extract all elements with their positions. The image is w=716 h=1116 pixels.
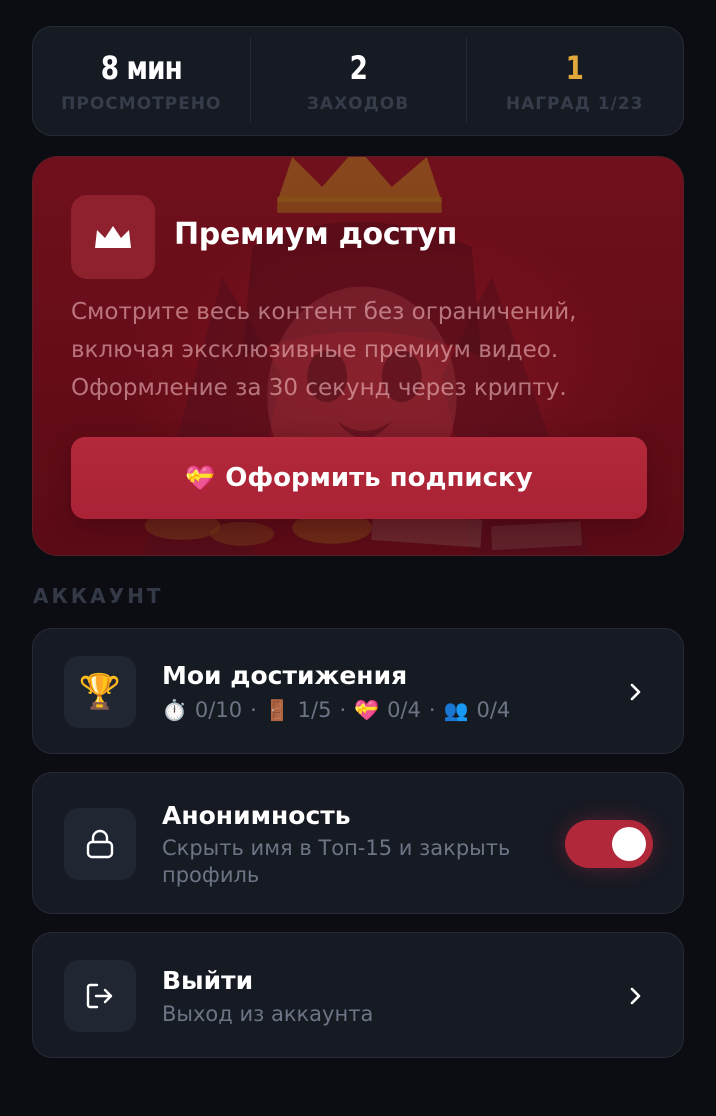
stat-value: 2 xyxy=(349,49,367,87)
stat-value: 8 мин xyxy=(100,49,183,87)
stats-panel: 8 мин ПРОСМОТРЕНО 2 ЗАХОДОВ 1 НАГРАД 1/2… xyxy=(32,26,684,136)
achievements-icon-box: 🏆 xyxy=(64,656,136,728)
stopwatch-icon: ⏱️ xyxy=(162,698,187,722)
achievements-title: Мои достижения xyxy=(162,661,408,690)
logout-icon-box xyxy=(64,960,136,1032)
crown-icon xyxy=(95,226,131,248)
gift-heart-icon: 💝 xyxy=(354,698,380,722)
stat-watched: 8 мин ПРОСМОТРЕНО xyxy=(33,48,250,114)
stat-label: НАГРАД 1/23 xyxy=(505,94,644,114)
subscribe-button-label: Оформить подписку xyxy=(225,463,533,493)
achievements-stats: ⏱️ 0/10 · 🚪 1/5 · 💝 0/4 · 👥 0/4 xyxy=(162,697,510,724)
people-icon: 👥 xyxy=(443,698,469,722)
toggle-knob xyxy=(612,827,646,861)
achievement-time-value: 0/10 xyxy=(194,698,243,722)
logout-title: Выйти xyxy=(162,966,254,995)
crown-badge xyxy=(71,195,155,279)
section-title-account: АККАУНТ xyxy=(33,584,164,608)
premium-card: Премиум доступ Смотрите весь контент без… xyxy=(32,156,684,556)
premium-title: Премиум доступ xyxy=(174,217,458,252)
anonymity-subtitle: Скрыть имя в Топ-15 и закрыть профиль xyxy=(162,836,511,887)
achievement-friends-value: 0/4 xyxy=(476,698,511,722)
gift-heart-icon: 💝 xyxy=(185,464,216,492)
anonymity-row: Анонимность Скрыть имя в Топ-15 и закрыт… xyxy=(32,772,684,914)
stat-label: ЗАХОДОВ xyxy=(306,94,410,114)
lock-icon xyxy=(86,829,114,859)
stat-rewards: 1 НАГРАД 1/23 xyxy=(466,38,683,122)
achievements-row[interactable]: 🏆 Мои достижения ⏱️ 0/10 · 🚪 1/5 · 💝 0/4… xyxy=(32,628,684,754)
premium-description: Смотрите весь контент без ограничений, в… xyxy=(71,299,577,401)
anonymity-title: Анонимность xyxy=(162,801,351,830)
separator: · xyxy=(339,698,347,722)
door-icon: 🚪 xyxy=(264,698,290,722)
anonymity-toggle[interactable] xyxy=(565,820,653,868)
trophy-icon: 🏆 xyxy=(78,672,122,712)
logout-icon xyxy=(86,983,113,1009)
stat-value: 1 xyxy=(565,49,584,87)
chevron-right-icon xyxy=(630,683,641,701)
separator: · xyxy=(428,698,436,722)
logout-subtitle: Выход из аккаунта xyxy=(162,1002,374,1026)
achievement-visits-value: 1/5 xyxy=(297,698,332,722)
logout-row[interactable]: Выйти Выход из аккаунта xyxy=(32,932,684,1058)
stat-label: ПРОСМОТРЕНО xyxy=(61,94,222,114)
subscribe-button[interactable]: 💝 Оформить подписку xyxy=(71,437,647,519)
achievement-subscription-value: 0/4 xyxy=(387,698,421,722)
separator: · xyxy=(250,698,257,722)
stat-visits: 2 ЗАХОДОВ xyxy=(249,38,467,122)
anonymity-icon-box xyxy=(64,808,136,880)
chevron-right-icon xyxy=(630,987,641,1005)
